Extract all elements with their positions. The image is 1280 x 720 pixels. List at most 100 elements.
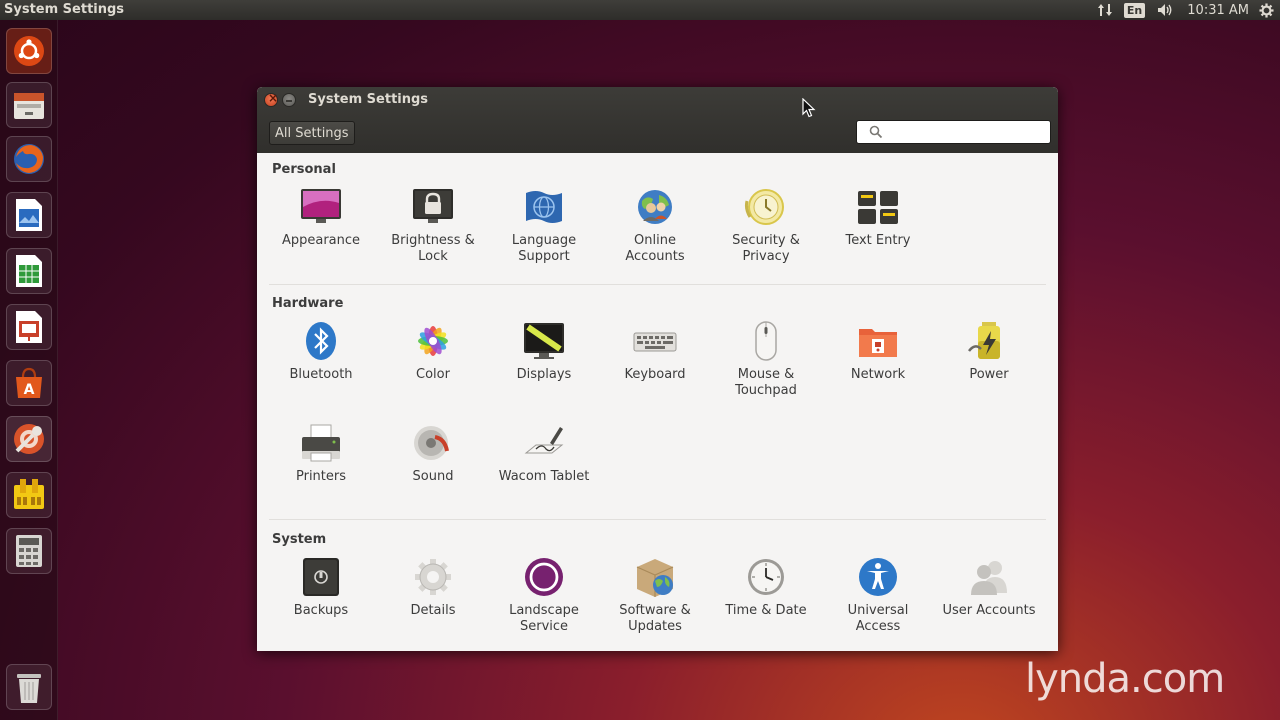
item-time-date[interactable]: Time & Date	[711, 557, 821, 619]
item-software-updates[interactable]: Software & Updates	[600, 557, 710, 635]
item-wacom-tablet[interactable]: Wacom Tablet	[489, 423, 599, 485]
search-input[interactable]	[889, 123, 1044, 141]
item-label: Text Entry	[845, 233, 911, 248]
wacom-tablet-icon	[522, 423, 566, 463]
language-support-icon	[522, 187, 566, 227]
mouse-icon	[744, 321, 788, 361]
item-displays[interactable]: Displays	[489, 321, 599, 383]
item-label: Displays	[516, 367, 572, 382]
svg-text:A: A	[24, 382, 35, 398]
section-divider	[269, 284, 1046, 285]
window-title: System Settings	[308, 92, 429, 107]
item-label: Landscape Service	[509, 603, 579, 634]
top-panel: System Settings En 10:31 AM	[0, 0, 1280, 20]
appearance-icon	[299, 187, 343, 227]
section-title-hardware: Hardware	[272, 296, 344, 311]
item-label: Backups	[293, 603, 349, 618]
item-brightness-lock[interactable]: Brightness & Lock	[378, 187, 488, 265]
section-title-personal: Personal	[272, 162, 336, 177]
item-appearance[interactable]: Appearance	[266, 187, 376, 249]
system-settings-window: System Settings All Settings Personal Ap…	[257, 87, 1058, 651]
item-power[interactable]: Power	[934, 321, 1044, 383]
item-label: Keyboard	[624, 367, 686, 382]
impress-icon[interactable]	[6, 304, 52, 350]
item-label: Details	[410, 603, 456, 618]
dash-home-icon[interactable]	[6, 28, 52, 74]
item-label: Brightness & Lock	[391, 233, 475, 264]
section-title-system: System	[272, 532, 327, 547]
item-label: Power	[969, 367, 1009, 382]
software-center-icon[interactable]: A	[6, 360, 52, 406]
system-settings-icon[interactable]	[6, 416, 52, 462]
item-label: Appearance	[281, 233, 361, 248]
firefox-icon[interactable]	[6, 136, 52, 182]
volume-icon[interactable]	[1157, 0, 1175, 20]
item-mouse-touchpad[interactable]: Mouse & Touchpad	[711, 321, 821, 399]
clock-icon	[744, 557, 788, 597]
item-network[interactable]: Network	[823, 321, 933, 383]
software-updates-icon	[633, 557, 677, 597]
clock[interactable]: 10:31 AM	[1187, 0, 1249, 20]
item-label: User Accounts	[942, 603, 1036, 618]
user-accounts-icon	[967, 557, 1011, 597]
keyboard-icon	[633, 321, 677, 361]
item-language-support[interactable]: Language Support	[489, 187, 599, 265]
item-user-accounts[interactable]: User Accounts	[934, 557, 1044, 619]
item-printers[interactable]: Printers	[266, 423, 376, 485]
displays-icon	[522, 321, 566, 361]
trash-icon[interactable]	[6, 664, 52, 710]
color-icon	[411, 321, 455, 361]
item-bluetooth[interactable]: Bluetooth	[266, 321, 376, 383]
network-icon	[856, 321, 900, 361]
item-text-entry[interactable]: Text Entry	[823, 187, 933, 249]
item-keyboard[interactable]: Keyboard	[600, 321, 710, 383]
online-accounts-icon	[633, 187, 677, 227]
window-titlebar[interactable]: System Settings All Settings	[257, 87, 1058, 153]
brightness-lock-icon	[411, 187, 455, 227]
item-landscape-service[interactable]: Landscape Service	[489, 557, 599, 635]
item-label: Time & Date	[725, 603, 807, 618]
indicator-area: En 10:31 AM	[1097, 0, 1280, 20]
watermark: lynda.com	[1025, 656, 1225, 702]
network-indicator-icon[interactable]	[1097, 0, 1112, 20]
landscape-service-icon	[522, 557, 566, 597]
item-label: Security & Privacy	[732, 233, 800, 264]
calculator-icon[interactable]	[6, 528, 52, 574]
item-security-privacy[interactable]: Security & Privacy	[711, 187, 821, 265]
text-entry-icon	[856, 187, 900, 227]
item-details[interactable]: Details	[378, 557, 488, 619]
item-label: Mouse & Touchpad	[735, 367, 797, 398]
item-online-accounts[interactable]: Online Accounts	[600, 187, 710, 265]
item-label: Online Accounts	[625, 233, 685, 264]
security-privacy-icon	[744, 187, 788, 227]
bluetooth-icon	[299, 321, 343, 361]
item-label: Language Support	[511, 233, 577, 264]
sound-icon	[411, 423, 455, 463]
settings-search-field[interactable]	[856, 120, 1051, 144]
printer-icon	[299, 423, 343, 463]
universal-access-icon	[856, 557, 900, 597]
all-settings-button[interactable]: All Settings	[269, 121, 355, 145]
launcher: A	[0, 20, 58, 720]
files-icon[interactable]	[6, 82, 52, 128]
item-label: Software & Updates	[619, 603, 691, 634]
item-label: Bluetooth	[289, 367, 353, 382]
details-gear-icon	[411, 557, 455, 597]
item-backups[interactable]: Backups	[266, 557, 376, 619]
item-color[interactable]: Color	[378, 321, 488, 383]
item-label: Sound	[412, 469, 454, 484]
item-label: Color	[416, 367, 450, 382]
calc-icon[interactable]	[6, 248, 52, 294]
writer-icon[interactable]	[6, 192, 52, 238]
power-icon	[967, 321, 1011, 361]
session-gear-icon[interactable]	[1259, 0, 1274, 20]
item-label: Wacom Tablet	[498, 469, 590, 484]
close-window-button[interactable]	[264, 91, 278, 107]
keyboard-layout-indicator[interactable]: En	[1123, 2, 1146, 18]
archive-app-icon[interactable]	[6, 472, 52, 518]
item-universal-access[interactable]: Universal Access	[823, 557, 933, 635]
item-sound[interactable]: Sound	[378, 423, 488, 485]
item-label: Universal Access	[847, 603, 909, 634]
minimize-window-button[interactable]	[282, 93, 296, 107]
backups-icon	[299, 557, 343, 597]
